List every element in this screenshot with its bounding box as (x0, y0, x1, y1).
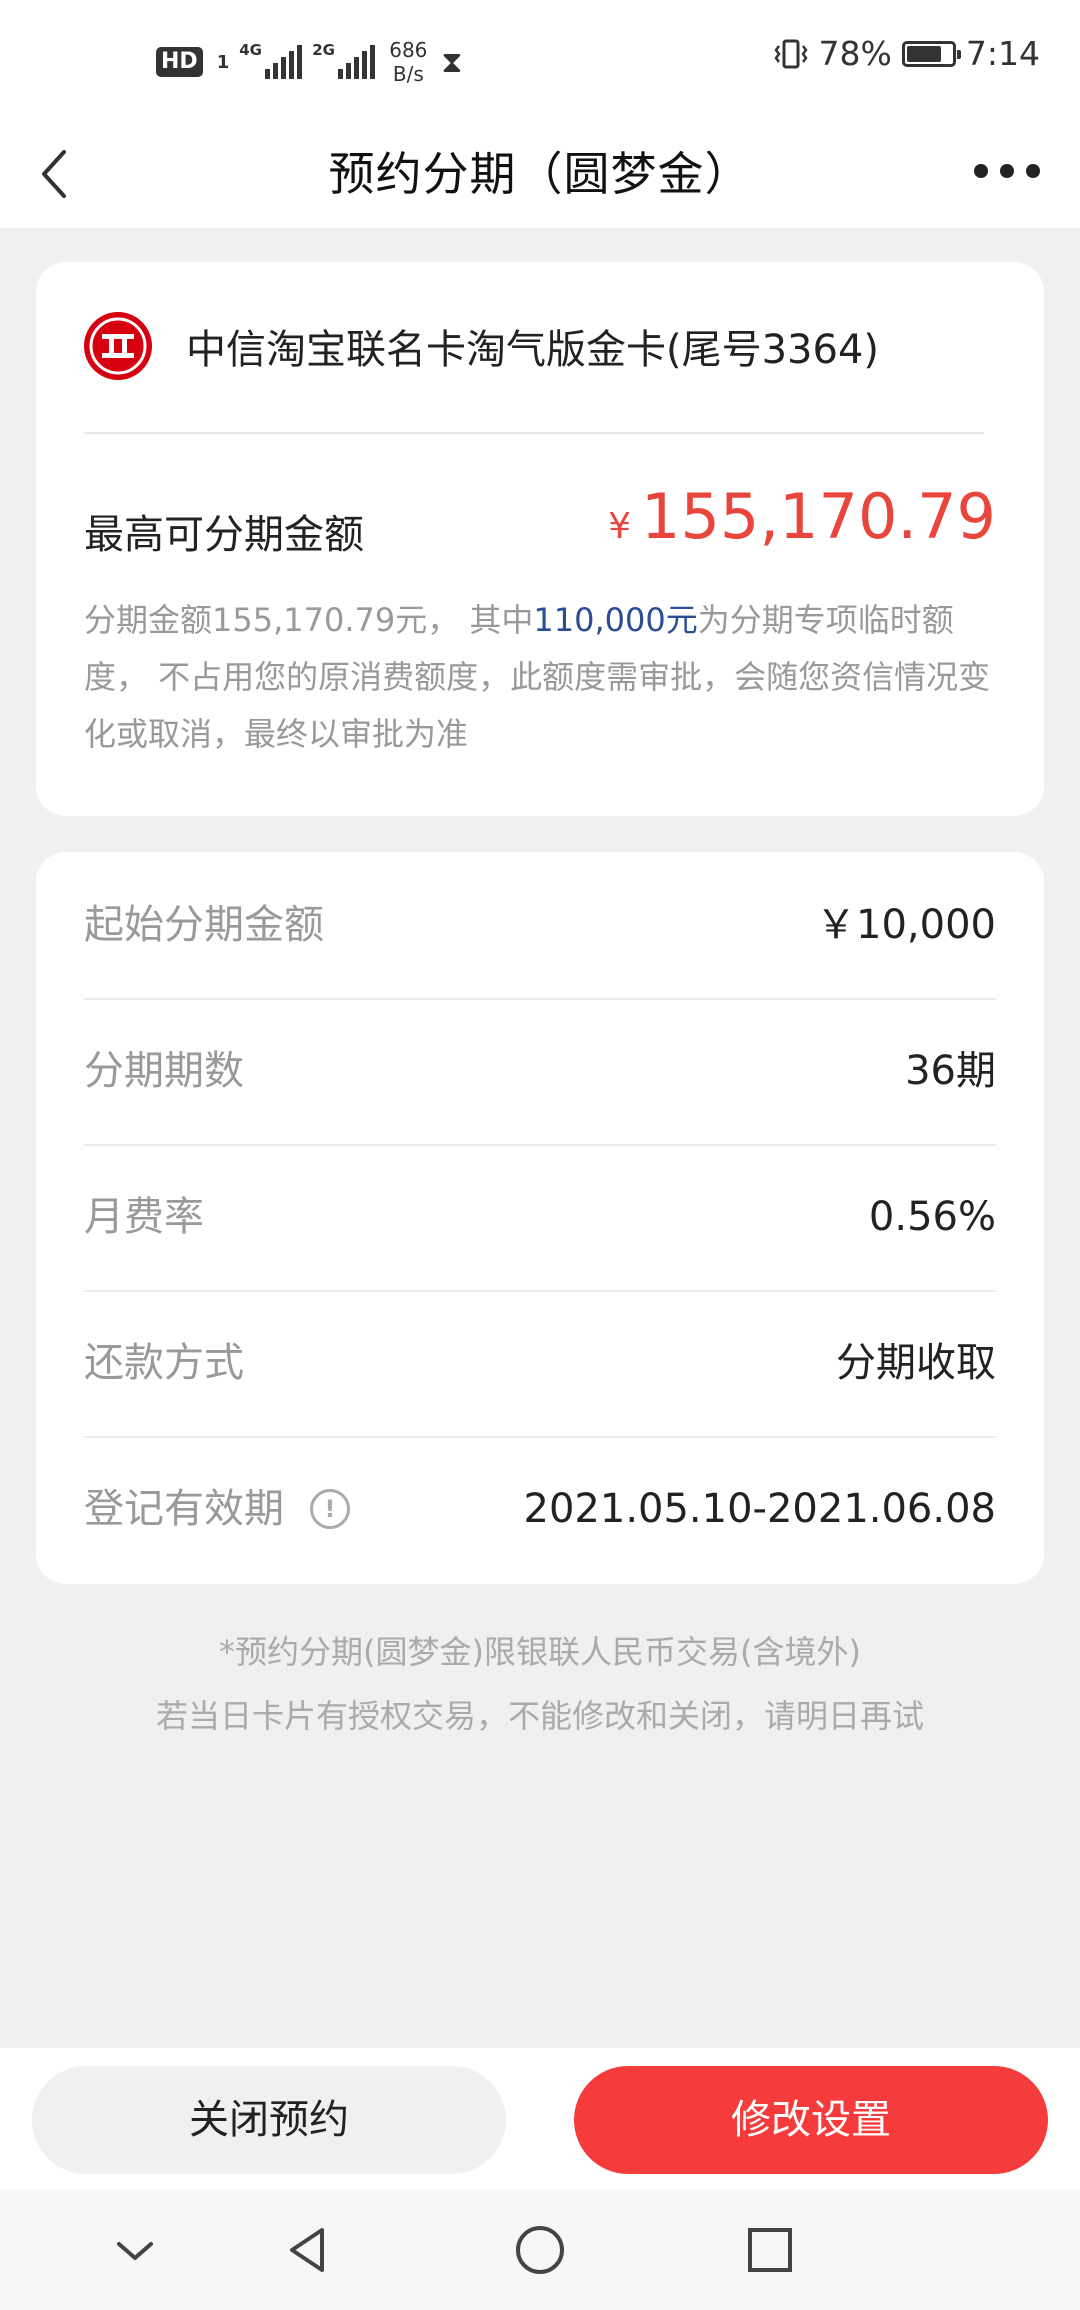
desc-highlight: 110,000元 (533, 601, 698, 639)
signal-2g-icon: 2G (312, 41, 376, 79)
detail-value: ￥10,000 (816, 902, 996, 948)
chevron-down-icon[interactable] (105, 2220, 165, 2280)
card-info-panel: 中信淘宝联名卡淘气版金卡(尾号3364) 最高可分期金额 ¥ 155,170.7… (36, 262, 1044, 816)
sim-badge: 1 (216, 51, 230, 73)
detail-value: 36期 (905, 1048, 996, 1094)
divider (84, 432, 984, 434)
desc-text-1: 分期金额155,170.79元， 其中 (84, 601, 534, 639)
detail-label: 还款方式 (84, 1340, 244, 1386)
app-header: 预约分期（圆梦金） (0, 120, 1080, 228)
more-dots-icon[interactable] (974, 164, 1040, 178)
signal-4g-icon: 4G (239, 41, 303, 79)
max-amount: ¥ 155,170.79 (608, 480, 996, 553)
net-speed-value: 686 (389, 38, 428, 62)
detail-row-monthly-rate: 月费率 0.56% (84, 1144, 996, 1290)
detail-row-start-amount: 起始分期金额 ￥10,000 (84, 852, 996, 998)
battery-icon (901, 40, 961, 67)
note-line-1: *预约分期(圆梦金)限银联人民币交易(含境外) (219, 1633, 861, 1671)
detail-row-repayment: 还款方式 分期收取 (84, 1290, 996, 1436)
bottom-action-bar: 关闭预约 修改设置 (0, 2048, 1080, 2190)
battery-fill (906, 45, 942, 62)
detail-label: 分期期数 (84, 1048, 244, 1094)
currency-symbol: ¥ (608, 506, 631, 547)
installment-details-panel: 起始分期金额 ￥10,000 分期期数 36期 月费率 0.56% 还款方式 分… (36, 852, 1044, 1584)
close-reservation-button[interactable]: 关闭预约 (32, 2066, 506, 2174)
battery-percent: 78% (818, 34, 892, 73)
net-speed: 686 B/s (389, 38, 427, 86)
citic-bank-logo (84, 312, 152, 380)
detail-value: 2021.05.10-2021.06.08 (523, 1486, 996, 1532)
detail-row-periods: 分期期数 36期 (84, 998, 996, 1144)
page-title: 预约分期（圆梦金） (328, 147, 752, 201)
back-triangle-icon[interactable] (278, 2220, 338, 2280)
recents-square-icon[interactable] (740, 2220, 800, 2280)
status-time: 7:14 (965, 34, 1040, 73)
detail-label: 月费率 (84, 1194, 204, 1240)
modify-settings-button[interactable]: 修改设置 (574, 2066, 1048, 2174)
hd-badge: HD (156, 47, 203, 77)
max-amount-value: 155,170.79 (641, 480, 996, 553)
net-2g-label: 2G (312, 41, 335, 59)
footnotes: *预约分期(圆梦金)限银联人民币交易(含境外) 若当日卡片有授权交易，不能修改和… (0, 1620, 1080, 1748)
system-nav-bar (0, 2190, 1080, 2310)
detail-value: 0.56% (868, 1194, 996, 1240)
home-circle-icon[interactable] (510, 2220, 570, 2280)
vibrate-icon (773, 39, 808, 68)
detail-label: 起始分期金额 (84, 902, 324, 948)
bank-row: 中信淘宝联名卡淘气版金卡(尾号3364) (82, 310, 879, 382)
status-bar: HD 1 4G 2G 686 B/s ⧗ 78% 7:14 (0, 0, 1080, 120)
hourglass-icon: ⧗ (441, 44, 463, 80)
max-amount-label: 最高可分期金额 (84, 512, 364, 558)
net-4g-label: 4G (239, 41, 262, 59)
status-left: HD 1 4G 2G 686 B/s ⧗ (156, 38, 462, 86)
detail-row-validity: 登记有效期 ! 2021.05.10-2021.06.08 (84, 1436, 996, 1582)
detail-label: 登记有效期 (84, 1486, 284, 1532)
note-line-2: 若当日卡片有授权交易，不能修改和关闭，请明日再试 (155, 1697, 924, 1735)
amount-description: 分期金额155,170.79元， 其中110,000元为分期专项临时额度， 不占… (84, 592, 996, 763)
info-icon[interactable]: ! (310, 1489, 350, 1529)
status-right: 78% 7:14 (773, 34, 1040, 73)
detail-label-wrap: 登记有效期 ! (84, 1436, 350, 1582)
bank-card-name: 中信淘宝联名卡淘气版金卡(尾号3364) (186, 327, 880, 373)
detail-value: 分期收取 (836, 1340, 996, 1386)
net-speed-unit: B/s (392, 62, 424, 86)
